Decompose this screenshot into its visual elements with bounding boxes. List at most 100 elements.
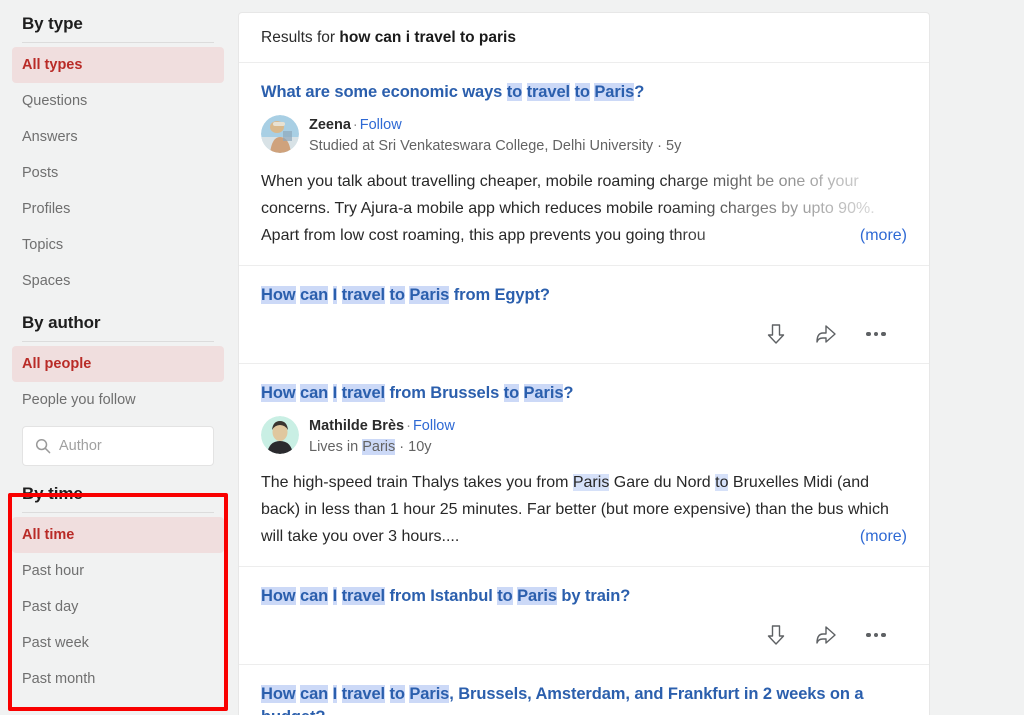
result-snippet: When you talk about travelling cheaper, … xyxy=(261,168,907,249)
search-results-page: By type All types Questions Answers Post… xyxy=(0,0,1024,715)
text-run xyxy=(337,685,341,703)
divider xyxy=(22,341,214,342)
text-run xyxy=(328,384,332,402)
author-name[interactable]: Zeena xyxy=(309,117,351,133)
text-run: from Brussels xyxy=(385,384,504,402)
result-card: How can I travel to Paris from Egypt? xyxy=(239,266,929,364)
sidebar-item-people-you-follow[interactable]: People you follow xyxy=(12,382,224,418)
sidebar-item-answers[interactable]: Answers xyxy=(12,119,224,155)
query-highlight: to xyxy=(504,384,519,402)
sidebar-item-past-hour[interactable]: Past hour xyxy=(12,553,224,589)
query-highlight: Paris xyxy=(409,286,449,304)
more-link[interactable]: (more) xyxy=(854,222,907,249)
query-highlight: to xyxy=(390,685,405,703)
result-title[interactable]: How can I travel from Istanbul to Paris … xyxy=(261,585,907,608)
avatar[interactable] xyxy=(261,115,299,153)
sidebar-item-posts[interactable]: Posts xyxy=(12,155,224,191)
query-highlight: Paris xyxy=(409,685,449,703)
credential-prefix: Lives in xyxy=(309,439,362,455)
avatar[interactable] xyxy=(261,416,299,454)
more-options-icon[interactable] xyxy=(863,321,889,347)
text-run: Gare du Nord xyxy=(609,474,715,491)
text-run xyxy=(570,83,574,101)
results-header: Results for how can i travel to paris xyxy=(239,13,929,63)
separator: · xyxy=(404,418,413,434)
query-highlight: Paris xyxy=(573,474,609,491)
text-run: What are some economic ways xyxy=(261,83,507,101)
separator: · xyxy=(351,117,360,133)
author-search-input[interactable]: Author xyxy=(22,426,214,466)
result-actions xyxy=(261,622,907,648)
text-run xyxy=(385,286,389,304)
author-search-placeholder: Author xyxy=(59,438,102,454)
sidebar-item-past-day[interactable]: Past day xyxy=(12,589,224,625)
share-icon[interactable] xyxy=(813,321,839,347)
sidebar-item-all-time[interactable]: All time xyxy=(12,517,224,553)
results-panel: Results for how can i travel to paris Wh… xyxy=(238,12,930,715)
query-highlight: to xyxy=(575,83,590,101)
divider xyxy=(22,42,214,43)
result-title[interactable]: How can I travel to Paris from Egypt? xyxy=(261,284,907,307)
share-icon[interactable] xyxy=(813,622,839,648)
author-name[interactable]: Mathilde Brès xyxy=(309,418,404,434)
sidebar-item-profiles[interactable]: Profiles xyxy=(12,191,224,227)
text-run xyxy=(328,685,332,703)
author-credential: Lives in Paris · 10y xyxy=(309,437,455,458)
follow-button[interactable]: Follow xyxy=(360,117,402,133)
text-run xyxy=(337,587,341,605)
result-title[interactable]: How can I travel from Brussels to Paris? xyxy=(261,382,907,405)
result-card: How can I travel from Brussels to Paris? xyxy=(239,364,929,567)
query-highlight: Paris xyxy=(594,83,634,101)
sidebar-item-all-people[interactable]: All people xyxy=(12,346,224,382)
author-name-row: Mathilde Brès·Follow xyxy=(309,417,455,436)
sidebar-item-spaces[interactable]: Spaces xyxy=(12,263,224,299)
credential-highlight: Paris xyxy=(362,439,395,455)
query-highlight: to xyxy=(507,83,522,101)
result-title[interactable]: How can I travel to Paris, Brussels, Ams… xyxy=(261,683,907,715)
result-card: What are some economic ways to travel to… xyxy=(239,63,929,266)
follow-button[interactable]: Follow xyxy=(413,418,455,434)
query-highlight: How xyxy=(261,587,296,605)
text-run xyxy=(519,384,523,402)
results-header-query: how can i travel to paris xyxy=(339,29,516,46)
query-highlight: travel xyxy=(342,384,385,402)
text-run xyxy=(337,384,341,402)
text-run xyxy=(328,587,332,605)
sidebar-item-past-week[interactable]: Past week xyxy=(12,625,224,661)
text-run xyxy=(328,286,332,304)
result-card: How can I travel from Istanbul to Paris … xyxy=(239,567,929,665)
text-run xyxy=(522,83,526,101)
author-search-wrapper: Author xyxy=(12,418,224,470)
query-highlight: travel xyxy=(342,286,385,304)
result-title[interactable]: What are some economic ways to travel to… xyxy=(261,81,907,104)
text-run: ? xyxy=(634,83,644,101)
text-run: from Egypt? xyxy=(449,286,550,304)
query-highlight: How xyxy=(261,286,296,304)
filter-group-title: By time xyxy=(12,470,224,512)
filter-group-by-author: By author All people People you follow A… xyxy=(12,299,224,470)
credential-suffix: · 10y xyxy=(395,439,431,455)
sidebar-item-questions[interactable]: Questions xyxy=(12,83,224,119)
text-run: from Istanbul xyxy=(385,587,497,605)
query-highlight: can xyxy=(300,685,328,703)
more-link[interactable]: (more) xyxy=(854,523,907,550)
text-run xyxy=(337,286,341,304)
filter-group-by-time: By time All time Past hour Past day Past… xyxy=(12,470,224,697)
filter-group-title: By type xyxy=(12,0,224,42)
query-highlight: Paris xyxy=(524,384,564,402)
sidebar-item-past-month[interactable]: Past month xyxy=(12,661,224,697)
query-highlight: travel xyxy=(527,83,570,101)
query-highlight: travel xyxy=(342,587,385,605)
author-credential: Studied at Sri Venkateswara College, Del… xyxy=(309,136,681,157)
query-highlight: to xyxy=(390,286,405,304)
more-options-icon[interactable] xyxy=(863,622,889,648)
query-highlight: travel xyxy=(342,685,385,703)
author-name-row: Zeena·Follow xyxy=(309,116,681,135)
downvote-icon[interactable] xyxy=(763,321,789,347)
sidebar-item-all-types[interactable]: All types xyxy=(12,47,224,83)
query-highlight: How xyxy=(261,685,296,703)
text-run: ? xyxy=(563,384,573,402)
sidebar-item-topics[interactable]: Topics xyxy=(12,227,224,263)
result-actions xyxy=(261,321,907,347)
downvote-icon[interactable] xyxy=(763,622,789,648)
